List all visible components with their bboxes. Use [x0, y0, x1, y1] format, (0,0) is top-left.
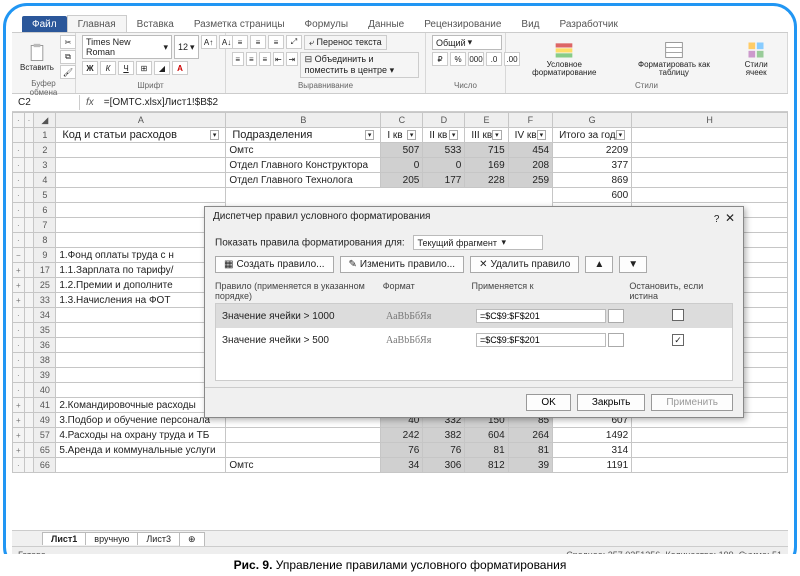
sheet-tabs: Лист1 вручную Лист3 ⊕ [12, 530, 788, 546]
ribbon-tabs: Файл Главная Вставка Разметка страницы Ф… [12, 12, 788, 32]
align-center-icon[interactable]: ≡ [246, 52, 258, 66]
percent-icon[interactable]: % [450, 52, 466, 66]
formula-bar: C2 fx =[OMTC.xlsx]Лист1!$B$2 [12, 94, 788, 112]
filter-icon[interactable]: ▾ [365, 130, 375, 140]
apply-button[interactable]: Применить [651, 394, 733, 411]
fx-icon[interactable]: fx [80, 97, 100, 108]
tab-developer[interactable]: Разработчик [550, 16, 628, 32]
tab-layout[interactable]: Разметка страницы [184, 16, 295, 32]
move-down-button[interactable]: ▼ [619, 256, 647, 273]
stop-if-true-checkbox[interactable] [672, 309, 684, 321]
new-sheet-icon[interactable]: ⊕ [179, 532, 205, 546]
col-F[interactable]: F [508, 113, 552, 128]
tab-data[interactable]: Данные [358, 16, 414, 32]
align-left-icon[interactable]: ≡ [232, 52, 244, 66]
ok-button[interactable]: OK [526, 394, 570, 411]
italic-icon[interactable]: К [100, 61, 116, 75]
col-D[interactable]: D [423, 113, 465, 128]
range-picker-icon[interactable] [608, 309, 624, 323]
conditional-formatting-button[interactable]: Условное форматирование [512, 38, 617, 79]
rule-row[interactable]: Значение ячейки > 1000АаВbБбЯя [216, 304, 732, 328]
rule-row[interactable]: Значение ячейки > 500АаВbБбЯя ✓ [216, 328, 732, 352]
applies-to-input[interactable] [476, 333, 606, 347]
format-as-table-button[interactable]: Форматировать как таблицу [621, 38, 728, 79]
tab-insert[interactable]: Вставка [127, 16, 184, 32]
indent-inc-icon[interactable]: ⇥ [286, 52, 298, 66]
col-B[interactable]: B [226, 113, 381, 128]
underline-icon[interactable]: Ч [118, 61, 134, 75]
font-family-select[interactable]: Times New Roman ▾ [82, 35, 172, 59]
font-color-icon[interactable]: А [172, 61, 188, 75]
col-G[interactable]: G [553, 113, 632, 128]
tab-view[interactable]: Вид [511, 16, 549, 32]
sheet-tab[interactable]: вручную [85, 532, 138, 545]
align-mid-icon[interactable]: ≡ [250, 35, 266, 49]
format-painter-icon[interactable]: 🖌 [60, 65, 76, 79]
bold-icon[interactable]: Ж [82, 61, 98, 75]
help-icon[interactable]: ? [714, 214, 720, 225]
applies-to-input[interactable] [476, 309, 606, 323]
formula-input[interactable]: =[OMTC.xlsx]Лист1!$B$2 [100, 95, 788, 110]
show-rules-for-select[interactable]: Текущий фрагмент ▾ [413, 235, 543, 250]
tab-home[interactable]: Главная [67, 15, 127, 32]
close-button[interactable]: Закрыть [577, 394, 646, 411]
name-box[interactable]: C2 [12, 95, 80, 110]
figure-caption: Рис. 9. Управление правилами условного ф… [0, 554, 800, 576]
tab-review[interactable]: Рецензирование [414, 16, 511, 32]
align-right-icon[interactable]: ≡ [259, 52, 271, 66]
copy-icon[interactable]: ⧉ [60, 50, 76, 64]
grow-font-icon[interactable]: A↑ [201, 35, 217, 49]
wrap-text-button[interactable]: ⤶ Перенос текста [304, 35, 387, 50]
comma-icon[interactable]: 000 [468, 52, 484, 66]
delete-rule-button[interactable]: ✕ Удалить правило [470, 256, 579, 273]
col-E[interactable]: E [465, 113, 508, 128]
sheet-tab[interactable]: Лист3 [137, 532, 180, 545]
cell-styles-button[interactable]: Стили ячеек [731, 38, 781, 79]
col-A[interactable]: A [56, 113, 226, 128]
font-size-select[interactable]: 12 ▾ [174, 35, 199, 59]
sheet-tab[interactable]: Лист1 [42, 532, 86, 545]
range-picker-icon[interactable] [608, 333, 624, 347]
tab-formulas[interactable]: Формулы [295, 16, 359, 32]
col-C[interactable]: C [381, 113, 423, 128]
ribbon: Вставить ✂⧉🖌 Буфер обмена Times New Roma… [12, 32, 788, 94]
merge-center-button[interactable]: ⊟ Объединить и поместить в центре ▾ [300, 52, 419, 78]
conditional-formatting-rules-manager-dialog: Диспетчер правил условного форматировани… [204, 206, 744, 418]
orientation-icon[interactable]: ⤢ [286, 35, 302, 49]
close-icon[interactable]: ✕ [725, 211, 735, 225]
number-format-select[interactable]: Общий ▾ [432, 35, 502, 50]
fill-color-icon[interactable]: ◢ [154, 61, 170, 75]
stop-if-true-checkbox[interactable]: ✓ [672, 334, 684, 346]
paste-button[interactable]: Вставить [18, 41, 56, 74]
align-bot-icon[interactable]: ≡ [268, 35, 284, 49]
tab-file[interactable]: Файл [22, 16, 67, 32]
edit-rule-button[interactable]: ✎ Изменить правило... [340, 256, 465, 273]
filter-icon[interactable]: ▾ [210, 130, 220, 140]
move-up-button[interactable]: ▲ [585, 256, 613, 273]
cut-icon[interactable]: ✂ [60, 35, 76, 49]
currency-icon[interactable]: ₽ [432, 52, 448, 66]
inc-decimal-icon[interactable]: .0 [486, 52, 502, 66]
col-H[interactable]: H [632, 113, 788, 128]
indent-dec-icon[interactable]: ⇤ [273, 52, 285, 66]
align-top-icon[interactable]: ≡ [232, 35, 248, 49]
dialog-title: Диспетчер правил условного форматировани… [213, 211, 430, 225]
border-icon[interactable]: ⊞ [136, 61, 152, 75]
new-rule-button[interactable]: ▦ Создать правило... [215, 256, 334, 273]
